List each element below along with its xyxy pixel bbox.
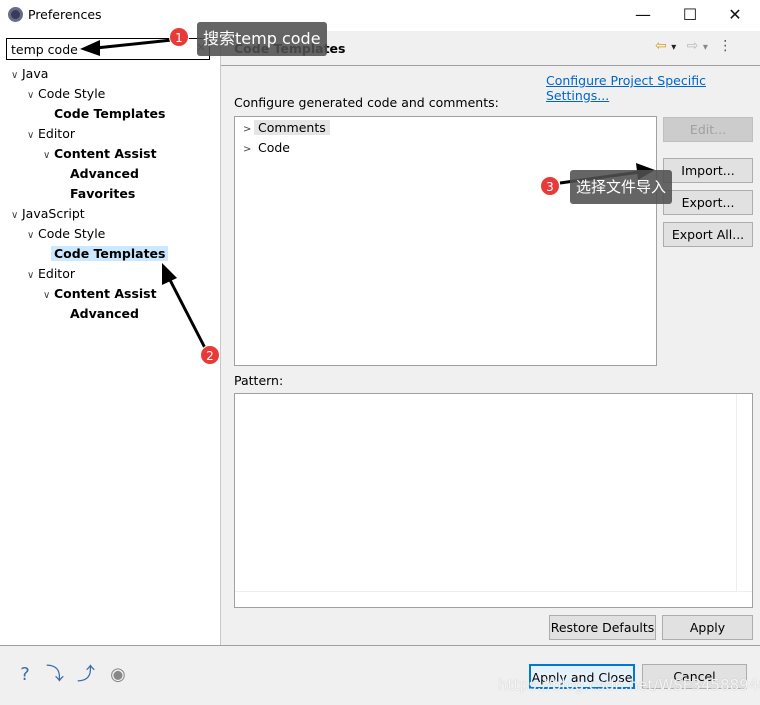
annotation-1-label: 搜索temp code	[197, 22, 327, 56]
annotation-3-badge: 3	[540, 176, 560, 196]
annotation-3-label: 选择文件导入	[570, 170, 673, 204]
annotation-2-badge: 2	[200, 345, 220, 365]
arrow-2-line	[168, 279, 207, 349]
annotation-arrows	[80, 38, 655, 349]
arrow-1-head	[80, 40, 100, 56]
annotation-1-badge: 1	[169, 27, 189, 47]
arrow-1-line	[95, 38, 173, 50]
